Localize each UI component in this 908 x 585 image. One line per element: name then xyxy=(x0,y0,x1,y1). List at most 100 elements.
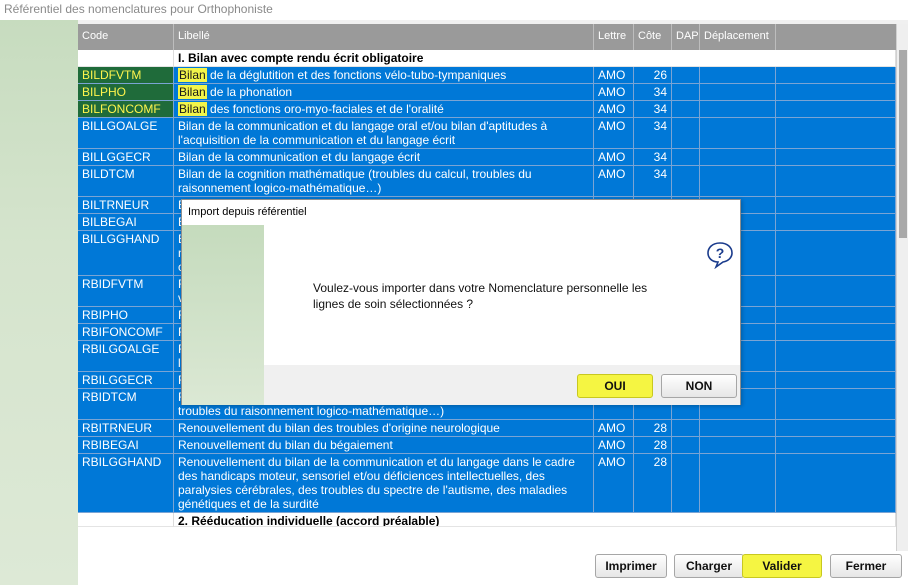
section-code-cell xyxy=(78,50,174,67)
table-row[interactable]: BILLGOALGE Bilan de la communication et d… xyxy=(78,118,896,149)
highlight-mark: Bilan xyxy=(178,102,207,116)
close-button[interactable]: Fermer xyxy=(830,554,902,578)
extra-cell xyxy=(776,307,896,324)
highlight-mark: Bilan xyxy=(178,68,207,82)
dialog-message: Voulez-vous importer dans votre Nomencla… xyxy=(313,281,648,311)
section-label: 2. Rééducation individuelle (accord préa… xyxy=(174,513,896,527)
column-header-lettre[interactable]: Lettre xyxy=(594,24,634,50)
cote-cell: 28 xyxy=(634,454,672,513)
dap-cell xyxy=(672,437,700,454)
print-button[interactable]: Imprimer xyxy=(595,554,667,578)
extra-cell xyxy=(776,118,896,149)
validate-button[interactable]: Valider xyxy=(742,554,822,578)
extra-cell xyxy=(776,389,896,420)
left-side-panel xyxy=(0,20,78,585)
table-row[interactable]: BILPHO Bilan de la phonation AMO 34 xyxy=(78,84,896,101)
code-cell: BILLGGHAND xyxy=(78,231,174,276)
code-cell: BILPHO xyxy=(78,84,174,101)
code-cell: BILLGGECR xyxy=(78,149,174,166)
scrollbar-thumb[interactable] xyxy=(899,50,907,238)
libelle-text: de la phonation xyxy=(206,85,293,99)
table-row[interactable]: BILLGGECR Bilan de la communication et du… xyxy=(78,149,896,166)
deplacement-cell xyxy=(700,454,776,513)
extra-cell xyxy=(776,454,896,513)
extra-cell xyxy=(776,84,896,101)
extra-cell xyxy=(776,101,896,118)
libelle-cell: Bilan de la phonation xyxy=(174,84,594,101)
code-cell: RBILGOALGE xyxy=(78,341,174,372)
extra-cell xyxy=(776,214,896,231)
dialog-side-panel xyxy=(182,225,264,405)
table-row[interactable]: BILDTCM Bilan de la cognition mathématiqu… xyxy=(78,166,896,197)
libelle-text: Renouvellement du bilan du bégaiement xyxy=(178,438,393,452)
no-button[interactable]: NON xyxy=(661,374,737,398)
extra-cell xyxy=(776,341,896,372)
column-header-cote[interactable]: Côte xyxy=(634,24,672,50)
lettre-cell: AMO xyxy=(594,118,634,149)
section-label: I. Bilan avec compte rendu écrit obligat… xyxy=(174,50,896,67)
extra-cell xyxy=(776,324,896,341)
libelle-text: de la déglutition et des fonctions vélo-… xyxy=(206,68,507,82)
code-cell: BILTRNEUR xyxy=(78,197,174,214)
code-cell: RBILGGHAND xyxy=(78,454,174,513)
libelle-text: des fonctions oro-myo-faciales et de l'o… xyxy=(206,102,444,116)
lettre-cell: AMO xyxy=(594,420,634,437)
table-row[interactable]: RBILGGHAND Renouvellement du bilan de la … xyxy=(78,454,896,513)
libelle-cell: Bilan de la communication et du langage … xyxy=(174,149,594,166)
column-header-deplacement[interactable]: Déplacement xyxy=(700,24,776,50)
code-cell: RBIDFVTM xyxy=(78,276,174,307)
dialog-title: Import depuis référentiel xyxy=(182,200,740,225)
dialog-footer: OUI NON xyxy=(264,365,740,405)
yes-button[interactable]: OUI xyxy=(577,374,653,398)
highlight-mark: Bilan xyxy=(178,85,207,99)
lettre-cell: AMO xyxy=(594,166,634,197)
deplacement-cell xyxy=(700,149,776,166)
libelle-text: Renouvellement du bilan des troubles d'o… xyxy=(178,421,500,435)
dap-cell xyxy=(672,454,700,513)
extra-cell xyxy=(776,372,896,389)
deplacement-cell xyxy=(700,101,776,118)
cote-cell: 34 xyxy=(634,101,672,118)
table-row[interactable]: RBITRNEUR Renouvellement du bilan des tro… xyxy=(78,420,896,437)
table-row[interactable]: BILDFVTM Bilan de la déglutition et des f… xyxy=(78,67,896,84)
column-header-libelle[interactable]: Libellé xyxy=(174,24,594,50)
libelle-text: Bilan de la cognition mathématique (trou… xyxy=(178,167,532,195)
table-row[interactable]: RBIBEGAI Renouvellement du bilan du bégai… xyxy=(78,437,896,454)
cote-cell: 34 xyxy=(634,166,672,197)
code-cell: RBILGGECR xyxy=(78,372,174,389)
vertical-scrollbar[interactable] xyxy=(896,24,908,551)
deplacement-cell xyxy=(700,67,776,84)
section-code-cell xyxy=(78,513,174,527)
code-cell: BILLGOALGE xyxy=(78,118,174,149)
code-cell: BILBEGAI xyxy=(78,214,174,231)
cote-cell: 34 xyxy=(634,84,672,101)
svg-text:?: ? xyxy=(716,245,725,261)
dap-cell xyxy=(672,166,700,197)
load-button[interactable]: Charger xyxy=(674,554,744,578)
footer-bar: Imprimer Charger Valider Fermer xyxy=(78,551,908,585)
code-cell: BILFONCOMF xyxy=(78,101,174,118)
lettre-cell: AMO xyxy=(594,67,634,84)
extra-cell xyxy=(776,276,896,307)
libelle-cell: Bilan de la déglutition et des fonctions… xyxy=(174,67,594,84)
grid-header: Code Libellé Lettre Côte DAP Déplacement xyxy=(78,24,896,50)
deplacement-cell xyxy=(700,420,776,437)
table-row[interactable]: BILFONCOMF Bilan des fonctions oro-myo-fa… xyxy=(78,101,896,118)
extra-cell xyxy=(776,437,896,454)
column-header-code[interactable]: Code xyxy=(78,24,174,50)
code-cell: RBIDTCM xyxy=(78,389,174,420)
dap-cell xyxy=(672,420,700,437)
deplacement-cell xyxy=(700,437,776,454)
cote-cell: 28 xyxy=(634,420,672,437)
code-cell: RBIBEGAI xyxy=(78,437,174,454)
dap-cell xyxy=(672,84,700,101)
extra-cell xyxy=(776,231,896,276)
extra-cell xyxy=(776,67,896,84)
libelle-cell: Bilan de la communication et du langage … xyxy=(174,118,594,149)
question-icon: ? xyxy=(707,242,733,269)
cote-cell: 34 xyxy=(634,118,672,149)
libelle-cell: Bilan de la cognition mathématique (trou… xyxy=(174,166,594,197)
dap-cell xyxy=(672,118,700,149)
window-title: Référentiel des nomenclatures pour Ortho… xyxy=(0,0,908,20)
column-header-dap[interactable]: DAP xyxy=(672,24,700,50)
